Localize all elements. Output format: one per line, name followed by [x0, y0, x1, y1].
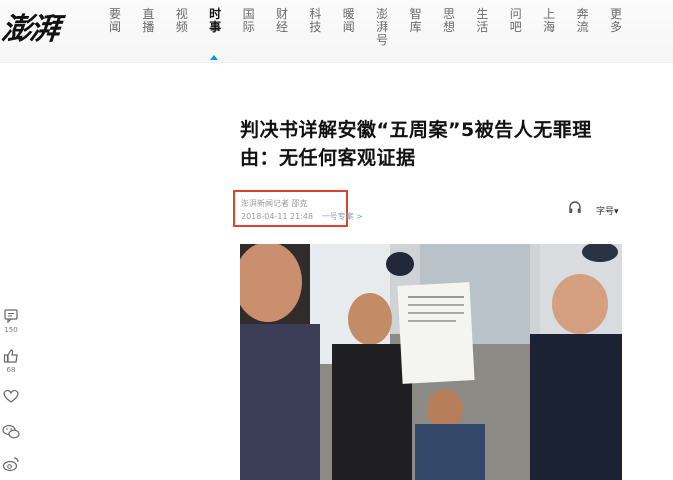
nav-item-7[interactable]: 暖闻	[342, 8, 356, 34]
wechat-icon	[2, 424, 20, 439]
nav-item-char: 闻	[342, 20, 355, 34]
like-button[interactable]: 68	[0, 348, 22, 374]
nav-item-char: 闻	[108, 20, 121, 34]
nav-item-2[interactable]: 视频	[175, 8, 189, 34]
nav-item-char: 库	[409, 20, 422, 34]
nav-item-11[interactable]: 生活	[475, 8, 489, 34]
nav-item-char: 技	[309, 20, 322, 34]
nav-item-char: 活	[476, 20, 489, 34]
nav-item-char: 想	[442, 20, 455, 34]
nav-item-13[interactable]: 上海	[542, 8, 556, 34]
nav-item-char: 流	[576, 20, 589, 34]
heart-icon	[3, 389, 19, 403]
nav-item-char: 海	[543, 20, 556, 34]
thumbs-up-icon	[3, 349, 18, 363]
article-meta-row: 2018-04-11 21:48 一号专案 >	[241, 211, 369, 222]
favorite-button[interactable]	[0, 388, 22, 408]
nav-item-10[interactable]: 思想	[442, 8, 456, 34]
follow-topic-link[interactable]: 一号专案 >	[322, 212, 363, 221]
article-date: 2018-04-11 21:48	[241, 212, 314, 221]
weibo-icon	[2, 457, 19, 472]
nav-item-4[interactable]: 国际	[242, 8, 256, 34]
article-photo	[240, 244, 622, 480]
nav-item-8[interactable]: 澎湃号	[375, 8, 389, 47]
comment-icon	[4, 309, 18, 324]
nav-item-15[interactable]: 更多	[609, 8, 623, 34]
headphones-icon[interactable]	[568, 200, 582, 214]
nav-item-14[interactable]: 奔流	[576, 8, 590, 34]
nav-item-12[interactable]: 问吧	[509, 8, 523, 34]
nav-item-5[interactable]: 财经	[275, 8, 289, 34]
comment-count: 150	[4, 326, 18, 334]
article-meta-highlight: 澎湃新闻记者 邵克 2018-04-11 21:48 一号专案 >	[233, 190, 363, 227]
share-weibo-button[interactable]	[0, 456, 22, 476]
nav-item-char: 吧	[509, 20, 522, 34]
nav-item-3[interactable]: 时事	[208, 8, 222, 34]
share-wechat-button[interactable]	[0, 424, 22, 444]
article-title: 判决书详解安徽“五周案”5被告人无罪理由：无任何客观证据	[240, 119, 592, 169]
nav-item-char: 频	[175, 20, 188, 34]
active-tab-indicator	[210, 55, 218, 60]
like-count: 68	[6, 366, 16, 374]
site-logo[interactable]: 澎湃	[0, 4, 60, 48]
nav-item-char: 事	[209, 20, 222, 34]
nav-item-1[interactable]: 直播	[141, 8, 155, 34]
nav-item-char: 播	[142, 20, 155, 34]
article-author: 澎湃新闻记者 邵克	[241, 199, 308, 208]
top-navigation-bar: 澎湃 要闻直播视频时事国际财经科技暖闻 澎湃号 智库思想生活问吧上海奔流更多	[0, 0, 673, 63]
comments-button[interactable]: 150	[0, 308, 22, 334]
nav-item-char: 多	[609, 20, 622, 34]
nav-item-0[interactable]: 要闻	[108, 8, 122, 34]
font-size-button[interactable]: 字号▾	[596, 204, 619, 217]
nav-item-6[interactable]: 科技	[308, 8, 322, 34]
nav-item-char: 号	[376, 33, 389, 47]
nav-item-char: 际	[242, 20, 255, 34]
nav-item-9[interactable]: 智库	[409, 8, 423, 34]
nav-item-char: 经	[275, 20, 288, 34]
